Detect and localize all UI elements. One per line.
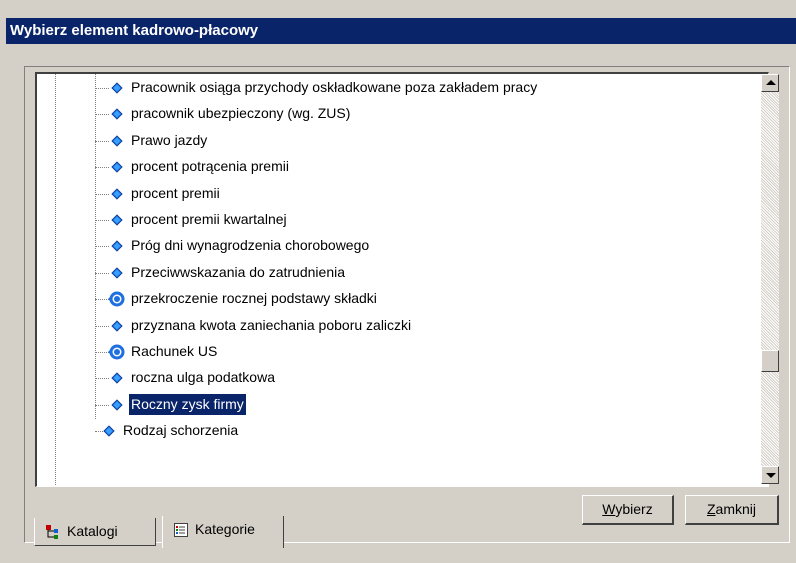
tree-item[interactable]: Rachunek US [37, 341, 757, 363]
blue-diamond-icon [111, 161, 123, 173]
blue-diamond-icon [111, 214, 123, 226]
tree-item[interactable]: roczna ulga podatkowa [37, 367, 757, 389]
tree-connector [95, 88, 109, 89]
close-label: amknij [715, 501, 757, 517]
arrow-up-icon [766, 80, 776, 85]
tree-item[interactable]: procent premii kwartalnej [37, 209, 757, 231]
tree-item-label: Rodzaj schorzenia [123, 422, 239, 439]
blue-diamond-icon [103, 425, 115, 437]
blue-target-icon [108, 344, 125, 360]
tree-item-label: Rachunek US [131, 343, 218, 359]
tree-item[interactable]: Próg dni wynagrodzenia chorobowego [37, 235, 757, 257]
tree-item[interactable]: pracownik ubezpieczony (wg. ZUS) [37, 103, 757, 125]
tree-item-label: przekroczenie rocznej podstawy składki [131, 290, 377, 307]
tree-item[interactable]: przyznana kwota zaniechania poboru zalic… [37, 315, 757, 337]
blue-diamond-icon [111, 135, 123, 147]
select-button[interactable]: Wybierz [582, 495, 674, 525]
tree-item-label: Próg dni wynagrodzenia chorobowego [131, 237, 370, 254]
select-label: ybierz [615, 501, 653, 517]
dialog-frame: Pracownik osiąga przychody oskładkowane … [6, 44, 796, 563]
category-list-icon [174, 523, 188, 537]
tree-connector [95, 140, 109, 142]
tree-item-label: procent potrącenia premii [131, 158, 289, 175]
tab-label: Kategorie [195, 521, 255, 537]
tree-connector [95, 272, 109, 274]
blue-diamond-icon [111, 399, 123, 411]
close-button[interactable]: Zamknij [685, 495, 779, 525]
blue-diamond-icon [111, 82, 123, 94]
scroll-up-button[interactable] [761, 74, 779, 92]
blue-diamond-icon [111, 267, 123, 279]
element-tree[interactable]: Pracownik osiąga przychody oskładkowane … [35, 72, 769, 487]
tree-item-label: procent premii kwartalnej [131, 211, 287, 227]
blue-diamond-icon [111, 108, 123, 121]
tree-catalog-icon [46, 525, 58, 539]
tree-item-label: Przeciwwskazania do zatrudnienia [131, 263, 345, 280]
tree-item[interactable]: Przeciwwskazania do zatrudnienia [37, 262, 757, 284]
tree-item[interactable]: Roczny zysk firmy [37, 392, 757, 416]
tree-item[interactable]: procent potrącenia premii [37, 156, 757, 178]
tree-item[interactable]: procent premii [37, 183, 757, 205]
scroll-thumb[interactable] [761, 350, 779, 372]
tree-connector [95, 114, 109, 116]
window-title: Wybierz element kadrowo-płacowy [6, 18, 796, 44]
tree-item[interactable]: Rodzaj schorzenia [37, 420, 757, 442]
tree-item-label: Roczny zysk firmy [128, 392, 247, 416]
tab-label: Katalogi [67, 523, 118, 539]
vertical-scrollbar[interactable] [761, 74, 779, 484]
arrow-down-icon [766, 473, 776, 478]
tree-connector [95, 404, 109, 406]
tree-connector [95, 220, 109, 221]
blue-diamond-icon [111, 372, 123, 385]
tree-item[interactable]: Pracownik osiąga przychody oskładkowane … [37, 77, 757, 99]
tree-item-label: Pracownik osiąga przychody oskładkowane … [131, 79, 538, 95]
tree-item-label: przyznana kwota zaniechania poboru zalic… [131, 316, 412, 333]
blue-target-icon [108, 291, 125, 307]
tab-katalogi[interactable]: Katalogi [34, 518, 156, 546]
blue-diamond-icon [111, 319, 123, 332]
scroll-down-button[interactable] [761, 466, 779, 484]
tree-item[interactable]: przekroczenie rocznej podstawy składki [37, 288, 757, 310]
tree-connector [95, 325, 109, 327]
blue-diamond-icon [111, 187, 123, 200]
tree-item-label: pracownik ubezpieczony (wg. ZUS) [131, 105, 351, 122]
tree-item-label: roczna ulga podatkowa [131, 369, 275, 386]
tab-kategorie[interactable]: Kategorie [162, 516, 284, 548]
close-mnemonic: Z [706, 501, 716, 517]
blue-diamond-icon [111, 240, 123, 253]
tree-connector [95, 167, 109, 169]
tree-item-label: Prawo jazdy [131, 131, 208, 148]
tree-item[interactable]: Prawo jazdy [37, 130, 757, 152]
tree-connector [95, 378, 109, 380]
tree-connector [95, 246, 109, 248]
select-mnemonic: W [602, 501, 616, 517]
tab-panel: Pracownik osiąga przychody oskładkowane … [24, 66, 790, 543]
tree-connector [95, 193, 109, 195]
tree-item-label: procent premii [131, 184, 220, 201]
